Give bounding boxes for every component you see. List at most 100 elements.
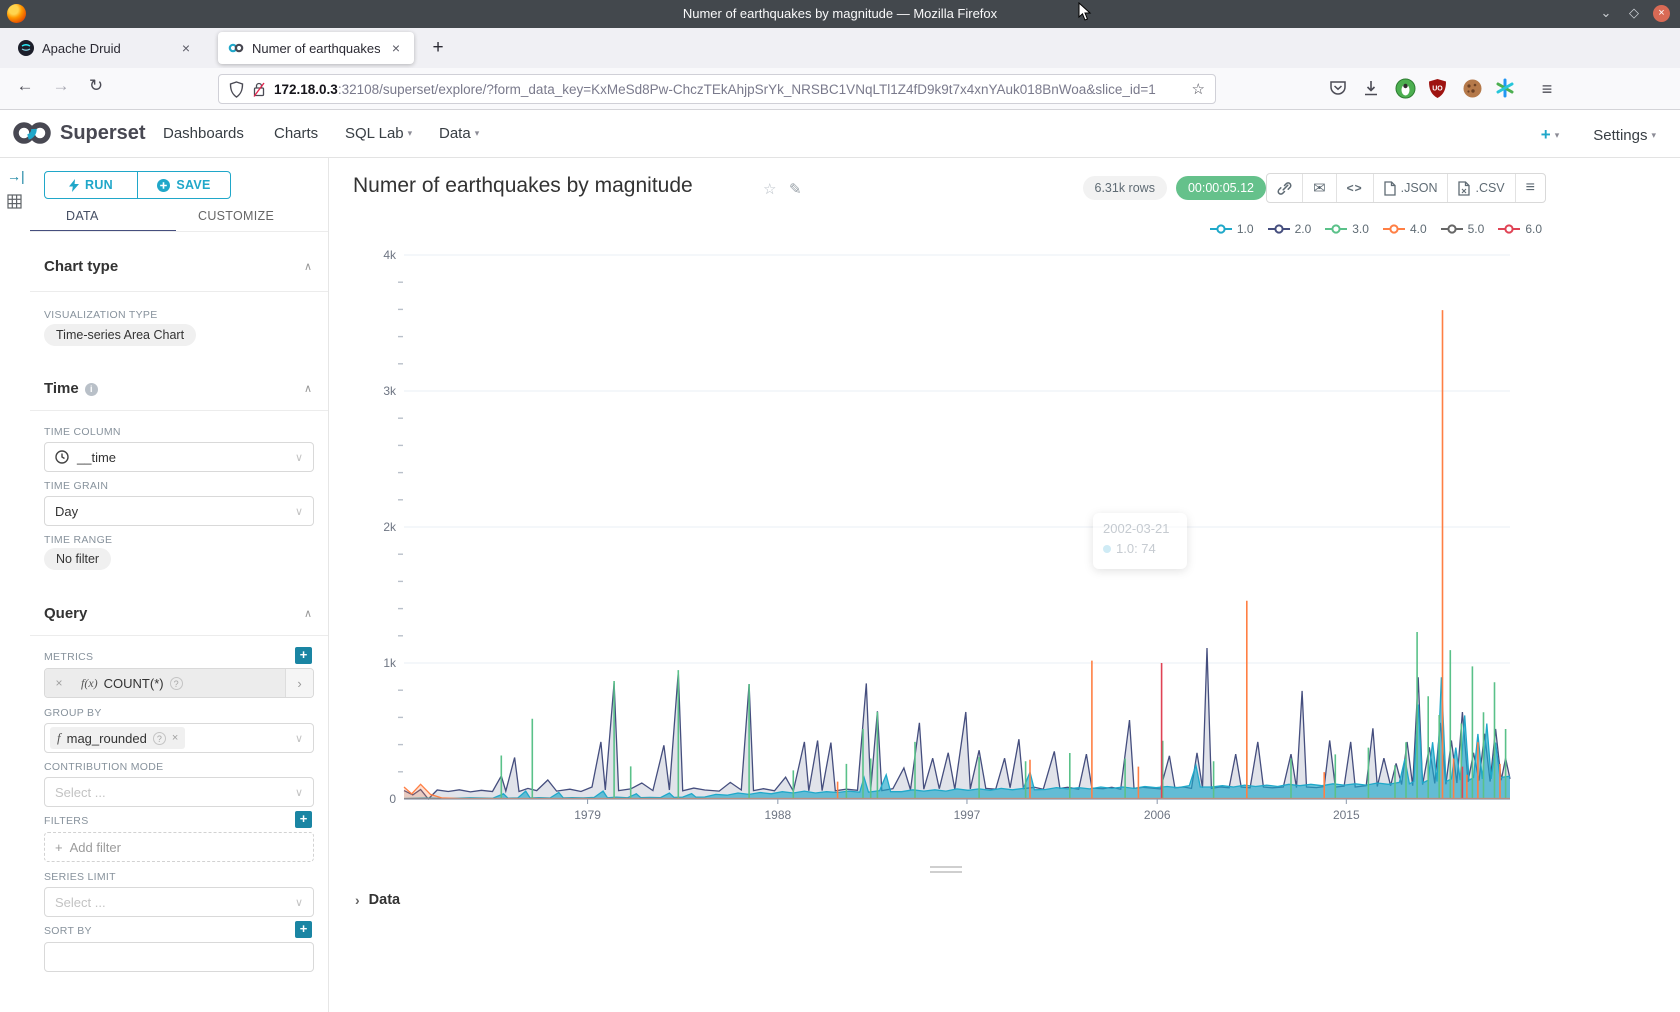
legend-item[interactable]: 2.0 — [1268, 222, 1312, 236]
tab-close-icon[interactable]: × — [178, 40, 194, 56]
collapse-section-icon[interactable]: ∧ — [304, 382, 312, 395]
x-axis: 19791988199720062015 — [404, 799, 1510, 822]
metrics-label: METRICS — [44, 651, 93, 663]
chart-actions-group: ✉ <> .JSON .CSV ≡ — [1266, 173, 1546, 203]
caret-down-icon: ▾ — [475, 128, 480, 138]
collapse-panel-icon[interactable]: →| — [7, 168, 25, 184]
save-button[interactable]: SAVE — [137, 172, 230, 198]
legend-marker-icon — [1268, 224, 1290, 234]
control-panel: RUN SAVE DATA CUSTOMIZE Chart type ∧ VIS… — [30, 158, 329, 1012]
add-filter-button[interactable]: + — [295, 811, 312, 828]
collapse-section-icon[interactable]: ∧ — [304, 607, 312, 620]
pocket-icon[interactable] — [1328, 78, 1350, 100]
sort-by-select[interactable] — [44, 942, 314, 972]
series-limit-select[interactable]: Select ... ∨ — [44, 887, 314, 917]
tab-superset-chart[interactable]: Numer of earthquakes by × — [218, 32, 414, 64]
window-maximize-button[interactable]: ◇ — [1625, 4, 1643, 22]
ublock-origin-extension-icon[interactable]: UO — [1428, 78, 1450, 100]
settings-menu[interactable]: Settings▾ — [1593, 127, 1656, 144]
legend-item[interactable]: 5.0 — [1441, 222, 1485, 236]
chart-plot-svg[interactable]: 01k2k3k4k19791988199720062015 — [366, 244, 1526, 824]
url-text: 172.18.0.3:32108/superset/explore/?form_… — [274, 82, 1184, 97]
legend-item[interactable]: 3.0 — [1325, 222, 1369, 236]
tab-apache-druid[interactable]: Apache Druid × — [8, 32, 204, 64]
nav-data[interactable]: Data▾ — [439, 125, 479, 142]
section-chart-type: Chart type — [44, 258, 118, 275]
legend-item[interactable]: 4.0 — [1383, 222, 1427, 236]
legend-marker-icon — [1325, 224, 1347, 234]
run-button[interactable]: RUN — [45, 172, 137, 198]
viz-type-chip[interactable]: Time-series Area Chart — [44, 324, 196, 346]
add-metric-button[interactable]: + — [295, 647, 312, 664]
asterisk-extension-icon[interactable] — [1495, 78, 1517, 100]
tab-close-icon[interactable]: × — [388, 40, 404, 56]
resize-handle[interactable] — [930, 866, 962, 873]
copy-link-button[interactable] — [1267, 174, 1302, 202]
series-dot-icon — [1103, 545, 1111, 553]
url-bar[interactable]: 172.18.0.3:32108/superset/explore/?form_… — [218, 74, 1216, 104]
export-csv-button[interactable]: .CSV — [1447, 174, 1514, 202]
back-button[interactable]: ← — [12, 76, 38, 96]
legend-item[interactable]: 1.0 — [1210, 222, 1254, 236]
section-time: Timei — [44, 380, 98, 397]
add-sort-button[interactable]: + — [295, 921, 312, 938]
superset-logo[interactable]: Superset — [12, 120, 146, 146]
legend-item[interactable]: 6.0 — [1498, 222, 1542, 236]
data-section-toggle[interactable]: › Data — [355, 892, 400, 908]
groupby-chip[interactable]: f mag_rounded ? × — [50, 727, 185, 749]
chart-legend: 1.0 2.0 3.0 4.0 5.0 6.0 — [1210, 222, 1542, 236]
collapse-section-icon[interactable]: ∧ — [304, 260, 312, 273]
export-json-button[interactable]: .JSON — [1373, 174, 1448, 202]
cookie-extension-icon[interactable] — [1462, 78, 1484, 100]
download-icon[interactable] — [1361, 78, 1383, 100]
svg-text:4k: 4k — [383, 248, 397, 262]
time-column-select[interactable]: __time ∨ — [44, 442, 314, 472]
bolt-icon — [69, 179, 79, 192]
window-close-button[interactable]: × — [1653, 5, 1670, 22]
email-button[interactable]: ✉ — [1302, 174, 1336, 202]
series-4.0 — [404, 310, 1510, 799]
time-grain-select[interactable]: Day ∨ — [44, 496, 314, 526]
nav-charts[interactable]: Charts — [274, 125, 318, 142]
expand-metric-icon[interactable]: › — [285, 669, 313, 697]
superset-navbar: Superset Dashboards Charts SQL Lab▾ Data… — [0, 110, 1680, 158]
metric-name: COUNT(*) — [104, 676, 164, 691]
chart-menu-button[interactable]: ≡ — [1515, 174, 1545, 202]
add-filter-dropzone[interactable]: + Add filter — [44, 832, 314, 862]
caret-down-icon: ▾ — [1651, 130, 1656, 140]
new-chart-button[interactable]: +▾ — [1541, 125, 1559, 145]
remove-metric-icon[interactable]: × — [45, 669, 73, 697]
embed-code-button[interactable]: <> — [1336, 174, 1373, 202]
bookmark-star-icon[interactable]: ☆ — [1192, 80, 1205, 98]
metric-item[interactable]: × f(x) COUNT(*) ? › — [44, 668, 314, 698]
edit-title-icon[interactable]: ✎ — [789, 180, 802, 198]
groupby-select[interactable]: f mag_rounded ? × ∨ — [44, 723, 314, 753]
new-tab-button[interactable]: + — [424, 37, 452, 59]
rows-badge: 6.31k rows — [1083, 176, 1167, 200]
sort-by-label: SORT BY — [44, 925, 92, 937]
nav-sql-lab[interactable]: SQL Lab▾ — [345, 125, 412, 142]
window-minimize-button[interactable]: ⌄ — [1597, 4, 1615, 22]
dataset-grid-icon[interactable] — [7, 194, 22, 209]
forward-button[interactable]: → — [48, 76, 74, 96]
tab-data[interactable]: DATA — [66, 209, 99, 223]
reload-button[interactable]: ↻ — [83, 76, 109, 96]
nav-dashboards[interactable]: Dashboards — [163, 125, 244, 142]
svg-text:2015: 2015 — [1333, 808, 1360, 822]
tab-customize[interactable]: CUSTOMIZE — [198, 209, 274, 223]
window-title: Numer of earthquakes by magnitude — Mozi… — [0, 6, 1680, 21]
caret-down-icon: ∨ — [295, 732, 303, 745]
svg-text:UO: UO — [1432, 86, 1443, 93]
contribution-mode-select[interactable]: Select ... ∨ — [44, 777, 314, 807]
favorite-star-icon[interactable]: ☆ — [763, 180, 776, 198]
caret-down-icon: ∨ — [295, 896, 303, 909]
window-titlebar: Numer of earthquakes by magnitude — Mozi… — [0, 0, 1680, 28]
time-range-chip[interactable]: No filter — [44, 548, 111, 570]
mouse-cursor — [1078, 2, 1092, 22]
browser-menu-icon[interactable]: ≡ — [1536, 78, 1558, 100]
legend-marker-icon — [1441, 224, 1463, 234]
remove-chip-icon[interactable]: × — [172, 732, 178, 744]
legend-label: 1.0 — [1237, 222, 1254, 236]
privacy-badger-extension-icon[interactable] — [1395, 78, 1417, 100]
caret-down-icon: ∨ — [295, 451, 303, 464]
